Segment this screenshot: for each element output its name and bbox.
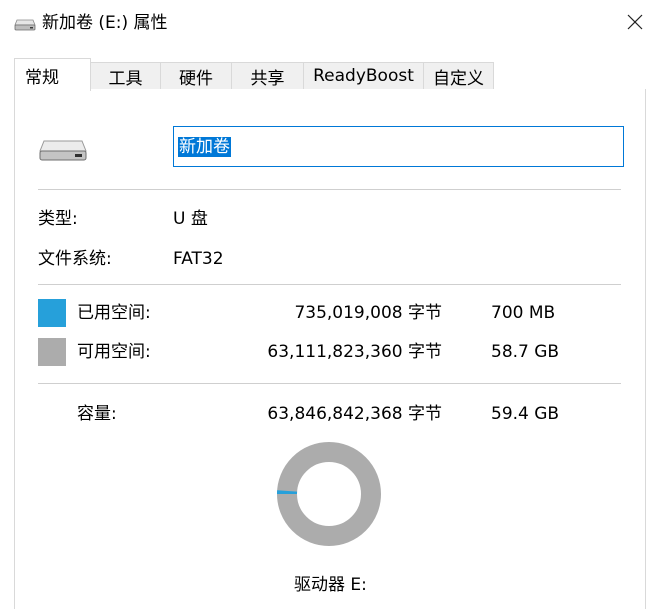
tab-readyboost[interactable]: ReadyBoost (303, 62, 424, 89)
free-space-label: 可用空间: (77, 341, 151, 363)
tab-sharing[interactable]: 共享 (231, 62, 304, 89)
close-button[interactable] (618, 4, 652, 40)
filesystem-value: FAT32 (173, 248, 224, 270)
type-value: U 盘 (173, 208, 208, 230)
tab-customize[interactable]: 自定义 (423, 62, 494, 89)
divider (38, 284, 621, 285)
capacity-size: 59.4 GB (491, 403, 559, 425)
tab-general[interactable]: 常规 (14, 58, 91, 91)
tab-tools[interactable]: 工具 (90, 62, 161, 89)
close-icon (627, 14, 643, 30)
divider (38, 383, 621, 384)
free-space-arc (287, 452, 371, 536)
filesystem-label: 文件系统: (38, 248, 112, 270)
used-space-label: 已用空间: (77, 302, 151, 324)
volume-name-input[interactable]: 新加卷 (173, 126, 624, 167)
divider (38, 189, 621, 190)
drive-icon (14, 17, 36, 31)
type-label: 类型: (38, 208, 78, 230)
free-space-swatch (38, 338, 66, 366)
capacity-bytes: 63,846,842,368 字节 (200, 403, 442, 425)
disk-usage-chart (275, 440, 383, 548)
used-space-size: 700 MB (491, 302, 555, 324)
capacity-label: 容量: (77, 403, 117, 425)
usb-drive-icon (38, 138, 88, 164)
window-title: 新加卷 (E:) 属性 (42, 10, 168, 36)
used-space-swatch (38, 299, 66, 327)
used-space-bytes: 735,019,008 字节 (200, 302, 442, 324)
tab-hardware[interactable]: 硬件 (160, 62, 232, 89)
free-space-size: 58.7 GB (491, 341, 559, 363)
drive-label: 驱动器 E: (294, 574, 367, 596)
volume-name-text: 新加卷 (178, 137, 231, 157)
free-space-bytes: 63,111,823,360 字节 (200, 341, 442, 363)
